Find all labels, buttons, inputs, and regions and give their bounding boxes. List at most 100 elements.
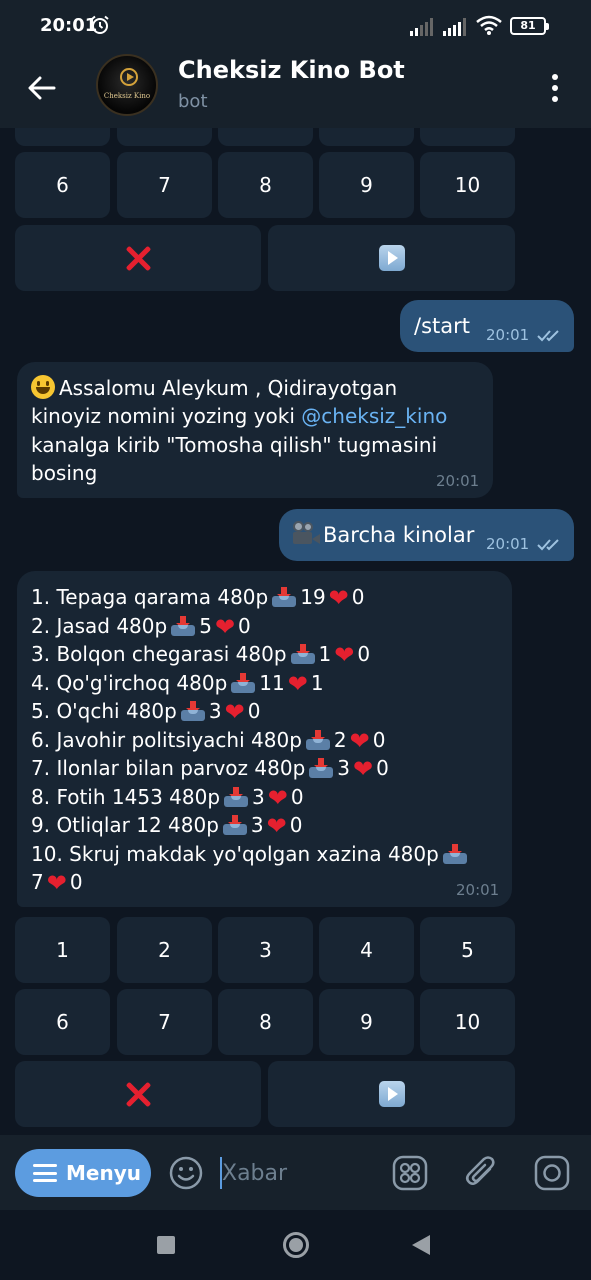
play-logo-icon (120, 68, 138, 86)
inbox-tray-icon (230, 673, 256, 693)
message-outgoing[interactable]: /start 20:01 (400, 300, 574, 352)
keyboard-button-7[interactable]: 7 (117, 989, 212, 1055)
keyboard-button-partial[interactable] (15, 128, 110, 146)
menu-icon (33, 1164, 57, 1182)
list-item: 6. Javohir politsiyachi 480p 2 ❤ 0 (31, 727, 386, 755)
keyboard-button-6[interactable]: 6 (15, 152, 110, 218)
message-time: 20:01 (486, 326, 530, 344)
message-time: 20:01 (486, 535, 530, 553)
keyboard-button-6[interactable]: 6 (15, 989, 110, 1055)
inbox-tray-icon (305, 730, 331, 750)
cross-mark-icon (124, 244, 152, 272)
heart-icon: ❤ (214, 613, 236, 641)
menu-button[interactable]: Menyu (15, 1149, 151, 1197)
recents-icon[interactable] (157, 1236, 175, 1254)
heart-icon: ❤ (224, 698, 245, 726)
list-item: 3. Bolqon chegarasi 480p 1 ❤ 0 (31, 641, 371, 669)
message-line: kinoyiz nomini yozing yoki @cheksiz_kino (31, 404, 448, 428)
list-item: 4. Qo'g'irchoq 480p 11 ❤ 1 (31, 670, 324, 698)
list-item: 9. Otliqlar 12 480p 3 ❤ 0 (31, 812, 303, 840)
emoji-icon[interactable] (168, 1155, 204, 1191)
wifi-icon (476, 15, 502, 35)
chat-header: Cheksiz Kino Cheksiz Kino Bot bot (0, 48, 591, 128)
message-line: kanalga kirib "Tomosha qilish" tugmasini (31, 433, 438, 457)
keyboard-button-8[interactable]: 8 (218, 989, 313, 1055)
chat-title[interactable]: Cheksiz Kino Bot (178, 56, 405, 84)
attach-icon[interactable] (463, 1154, 501, 1192)
avatar[interactable]: Cheksiz Kino (96, 54, 158, 116)
signal-icon (443, 18, 466, 36)
message-outgoing[interactable]: Barcha kinolar 20:01 (279, 509, 574, 561)
keyboard-button-7[interactable]: 7 (117, 152, 212, 218)
channel-link[interactable]: @cheksiz_kino (301, 404, 447, 428)
message-text: Barcha kinolar (291, 521, 474, 550)
home-icon[interactable] (283, 1232, 309, 1258)
keyboard-button-4[interactable]: 4 (319, 917, 414, 983)
battery-icon: 81 (510, 17, 549, 35)
heart-icon: ❤ (328, 584, 349, 612)
keyboard-button-3[interactable]: 3 (218, 917, 313, 983)
keyboard-button-1[interactable]: 1 (15, 917, 110, 983)
message-incoming[interactable]: Assalomu Aleykum , Qidirayotgan kinoyiz … (17, 362, 493, 498)
keyboard-close-button[interactable] (15, 225, 261, 291)
message-line: bosing (31, 461, 98, 485)
bot-commands-icon[interactable] (391, 1154, 429, 1192)
double-check-icon (537, 539, 559, 551)
keyboard-button-5[interactable]: 5 (420, 917, 515, 983)
keyboard-button-partial[interactable] (420, 128, 515, 146)
smiling-face-icon (31, 375, 55, 399)
status-bar: 20:01 81 (0, 0, 591, 48)
keyboard-close-button[interactable] (15, 1061, 261, 1127)
message-text: /start (414, 314, 470, 338)
status-time: 20:01 (40, 15, 98, 36)
keyboard-next-button[interactable] (268, 1061, 515, 1127)
keyboard-button-10[interactable]: 10 (420, 152, 515, 218)
double-check-icon (537, 330, 559, 342)
message-input[interactable] (220, 1153, 380, 1193)
message-time: 20:01 (436, 472, 480, 490)
camera-icon[interactable] (533, 1154, 571, 1192)
list-item: 7. Ilonlar bilan parvoz 480p 3 ❤ 0 (31, 755, 389, 783)
message-input-bar: Menyu (0, 1135, 591, 1210)
inbox-tray-icon (223, 787, 249, 807)
keyboard-button-10[interactable]: 10 (420, 989, 515, 1055)
keyboard-button-partial[interactable] (117, 128, 212, 146)
signal-icon (410, 18, 433, 36)
message-time: 20:01 (456, 881, 500, 899)
inbox-tray-icon (170, 616, 196, 636)
message-line: Assalomu Aleykum , Qidirayotgan (31, 374, 397, 403)
text-cursor (220, 1157, 222, 1189)
movie-camera-icon (291, 521, 321, 547)
keyboard-button-partial[interactable] (218, 128, 313, 146)
heart-icon: ❤ (46, 869, 67, 897)
chat-area[interactable]: 6 7 8 9 10 /start 20:01 Assalomu Aleykum… (0, 128, 591, 1135)
keyboard-button-partial[interactable] (319, 128, 414, 146)
keyboard-button-8[interactable]: 8 (218, 152, 313, 218)
list-item: 8. Fotih 1453 480p 3 ❤ 0 (31, 784, 304, 812)
keyboard-button-9[interactable]: 9 (319, 989, 414, 1055)
inbox-tray-icon (308, 758, 334, 778)
keyboard-button-9[interactable]: 9 (319, 152, 414, 218)
menu-label: Menyu (66, 1161, 141, 1185)
more-vertical-icon[interactable] (540, 70, 570, 106)
heart-icon: ❤ (349, 727, 370, 755)
heart-icon: ❤ (267, 784, 288, 812)
list-item: 2. Jasad 480p 5 ❤ 0 (31, 613, 251, 641)
heart-icon: ❤ (353, 755, 374, 783)
inbox-tray-icon (290, 644, 316, 664)
avatar-text: Cheksiz Kino (103, 92, 151, 100)
keyboard-next-button[interactable] (268, 225, 515, 291)
inbox-tray-icon (271, 587, 297, 607)
inbox-tray-icon (442, 844, 468, 864)
arrow-left-icon (28, 76, 56, 100)
list-item: 5. O'qchi 480p 3 ❤ 0 (31, 698, 261, 726)
play-button-icon (378, 245, 405, 271)
list-item: 10. Skruj makdak yo'qolgan xazina 480p (31, 840, 471, 869)
inbox-tray-icon (180, 701, 206, 721)
heart-icon: ❤ (287, 670, 308, 698)
keyboard-button-2[interactable]: 2 (117, 917, 212, 983)
system-nav-bar (0, 1210, 591, 1280)
message-incoming-movie-list[interactable]: 1. Tepaga qarama 480p 19 ❤ 0 2. Jasad 480p 5… (17, 571, 512, 907)
back-button[interactable] (22, 68, 62, 108)
back-icon[interactable] (412, 1235, 430, 1255)
